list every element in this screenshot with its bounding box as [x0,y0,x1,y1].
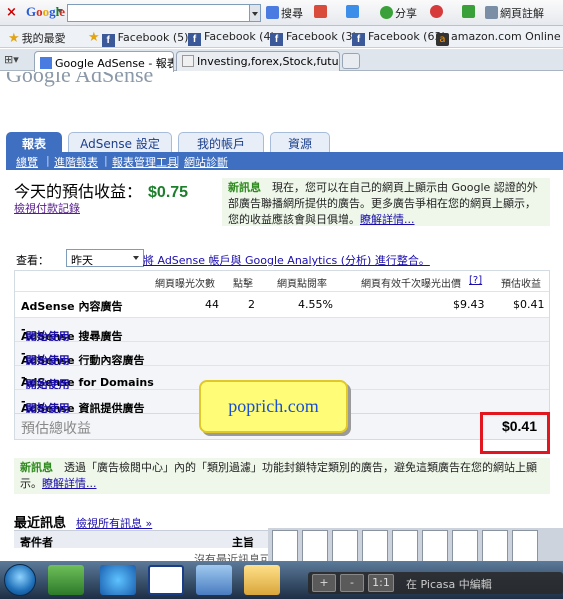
tab-investing[interactable]: Investing,forex,Stock,futu... [176,51,340,71]
share-icon [380,6,393,19]
toolbar-plus-button[interactable] [346,5,361,19]
table-row: AdSense 內容廣告 44 2 4.55% $9.43 $0.41 [15,291,549,317]
subnav-overview[interactable]: 總覽 [16,154,38,170]
picasa-toolbar: + - 1:1 在 Picasa 中編輯 [308,572,563,594]
no-messages-text: 沒有最近訊息可 [194,553,271,561]
separator: | [104,154,108,167]
tab-resources[interactable]: 資源 [270,132,330,152]
notes-icon [485,6,498,19]
help-link[interactable]: [?] [469,275,482,286]
popup-icon [462,5,475,18]
bookmark-icon [314,5,327,18]
view-selector: 查看： 昨天 [16,249,144,268]
plus-icon [346,5,359,18]
date-range-select[interactable]: 昨天 [66,249,144,267]
recent-messages-heading: 最近訊息 檢視所有訊息 » [14,516,153,531]
watermark-label: poprich.com [199,380,348,433]
browser-tab-bar: ⊞▾ Google AdSense - 報表 Investing,forex,S… [0,49,563,72]
chevron-down-icon[interactable] [57,9,63,13]
payment-history-link[interactable]: 檢視付款記錄 [14,200,80,216]
toolbar-notes-button[interactable]: 網頁註解 [485,5,544,21]
separator: | [176,154,180,167]
app-icon[interactable] [196,565,232,595]
separator: | [46,154,50,167]
toolbar-bookmark-button[interactable] [314,5,329,19]
start-button[interactable] [4,564,36,596]
bookmarks-bar: ★ 我的最愛 ★ f Facebook (5) f Facebook (4) f Face… [0,26,563,48]
search-dropdown-button[interactable] [250,4,261,22]
adsense-logo[interactable]: Google AdSense [6,72,153,88]
zoom-out-button[interactable]: - [340,574,364,592]
notice-title: 新訊息 [228,181,261,194]
bookmark-facebook-63[interactable]: f Facebook (63) [352,30,446,46]
toolbar-search-input[interactable] [67,4,250,22]
concord-icon[interactable] [148,565,184,595]
subnav-report-manager[interactable]: 報表管理工具 [112,154,178,170]
new-tab-button[interactable] [342,53,360,69]
google-favicon [40,57,52,69]
edit-in-picasa-button[interactable]: 在 Picasa 中編輯 [406,576,492,592]
facebook-icon: f [101,34,115,47]
learn-more-link[interactable]: 瞭解詳情... [360,213,415,226]
page-favicon [182,55,194,67]
internet-explorer-icon[interactable] [100,565,136,595]
folder-icon[interactable] [244,565,280,595]
close-toolbar-icon[interactable]: × [6,5,17,20]
subnav-advanced-reports[interactable]: 進階報表 [54,154,98,170]
product-row: AdSense 行動內容廣告 - 開始使用 [15,341,549,367]
main-tabs: 報表 AdSense 設定 我的帳戶 資源 [6,132,563,152]
facebook-icon: f [352,33,365,46]
bookmark-facebook-4[interactable]: f Facebook (4) [188,30,275,46]
messenger-icon[interactable] [48,565,84,595]
page-content: Google AdSense 報表 AdSense 設定 我的帳戶 資源 總覽 … [0,72,563,561]
star-icon: ★ [88,30,100,45]
bookmark-facebook-3[interactable]: f Facebook (3) [270,30,357,46]
product-row: AdSense 搜尋廣告 - 開始使用 [15,317,549,343]
block-icon [430,5,443,18]
view-all-messages-link[interactable]: 檢視所有訊息 » [76,517,152,530]
search-icon [266,6,279,19]
amazon-icon: a [436,33,449,46]
today-amount: $0.75 [148,184,189,201]
toolbar-search-button[interactable]: 搜尋 [266,5,303,21]
tab-adsense-settings[interactable]: AdSense 設定 [68,132,172,152]
tab-reports[interactable]: 報表 [6,132,62,152]
tab-grid-icon[interactable]: ⊞▾ [4,53,19,66]
toolbar-share-button[interactable]: 分享 [380,5,417,21]
today-earnings: 今天的預估收益： $0.75 [14,182,189,201]
bookmark-facebook-5[interactable]: ★ f Facebook (5) [88,30,188,47]
google-toolbar: × Google 搜尋 分享 網頁註解 [0,0,563,26]
notice-title: 新訊息 [20,461,53,474]
sub-navigation: 總覽 | 進階報表 | 報表管理工具 | 網站診斷 [6,152,563,170]
favorites-button[interactable]: ★ 我的最愛 [8,30,66,46]
toolbar-block-button[interactable] [430,5,445,19]
star-icon: ★ [8,31,20,46]
learn-more-link[interactable]: 瞭解詳情... [42,477,97,490]
actual-size-button[interactable]: 1:1 [368,574,394,592]
notice-box: 新訊息 現在，您可以在自己的網頁上顯示由 Google 認證的外部廣告聯播網所提… [222,178,550,226]
table-header: 網頁曝光次數 點擊 網頁點閱率 網頁有效千次曝光出價 [?] 預估收益 [155,275,541,290]
analytics-integration-link[interactable]: 將 AdSense 帳戶與 Google Analytics (分析) 進行整合… [143,252,430,268]
subnav-site-diagnostics[interactable]: 網站診斷 [184,154,228,170]
tab-my-account[interactable]: 我的帳戶 [178,132,264,152]
highlight-box [480,412,550,454]
bookmark-amazon[interactable]: aamazon.com Online Sh... [436,30,563,46]
toolbar-popup-button[interactable] [462,5,477,19]
zoom-in-button[interactable]: + [312,574,336,592]
notice-box-2: 新訊息 透過「廣告檢閱中心」內的「類別過濾」功能封鎖特定類別的廣告，避免這類廣告… [14,458,550,494]
tab-adsense[interactable]: Google AdSense - 報表 [34,51,174,72]
facebook-icon: f [188,33,201,46]
facebook-icon: f [270,33,283,46]
